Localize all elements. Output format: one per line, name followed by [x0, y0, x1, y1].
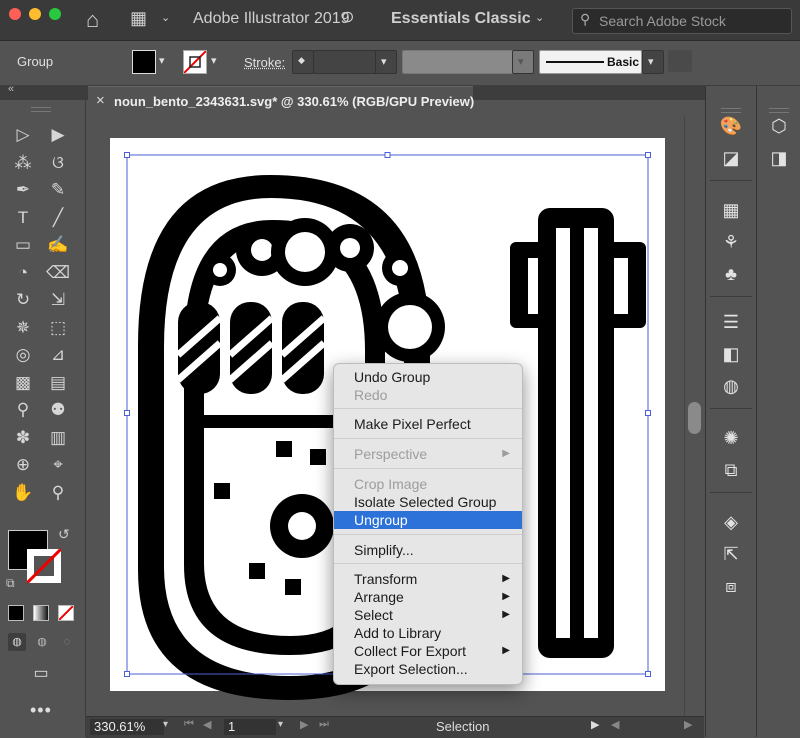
previous-artboard-icon[interactable]: ◀ — [203, 718, 211, 731]
libraries-panel-icon[interactable]: ◨ — [764, 144, 794, 172]
vertical-scrollbar[interactable] — [684, 116, 705, 716]
swatches-panel-icon[interactable]: ▦ — [716, 196, 746, 224]
artboard-number-field[interactable]: 1 — [224, 719, 276, 735]
artboard-dropdown-icon[interactable]: ▾ — [278, 719, 283, 730]
menu-separator — [334, 438, 522, 439]
brushes-panel-icon[interactable]: ⚘ — [716, 228, 746, 256]
current-tool-label: Selection — [436, 719, 490, 734]
menu-item-add-to-library[interactable]: Add to Library — [334, 624, 522, 642]
menu-separator — [334, 468, 522, 469]
scroll-thumb[interactable] — [688, 402, 701, 434]
stroke-panel-icon[interactable]: ☰ — [716, 308, 746, 336]
menu-separator — [334, 408, 522, 409]
menu-item-arrange[interactable]: Arrange ▶ — [334, 588, 522, 606]
menu-item-undo-group[interactable]: Undo Group — [334, 368, 522, 386]
menu-item-collect-for-export[interactable]: Collect For Export ▶ — [334, 642, 522, 660]
chopsticks-shape — [510, 208, 646, 658]
menu-separator — [334, 563, 522, 564]
status-menu-icon[interactable]: ▶ — [591, 718, 599, 731]
menu-item-make-pixel-perfect[interactable]: Make Pixel Perfect — [334, 415, 522, 433]
layers-panel-icon[interactable]: ◈ — [716, 508, 746, 536]
zoom-level-field[interactable]: 330.61% — [90, 719, 164, 735]
gradient-panel-icon[interactable]: ◧ — [716, 340, 746, 368]
transparency-panel-icon[interactable]: ◍ — [716, 372, 746, 400]
context-menu: Undo Group Redo Make Pixel Perfect Perspect… — [333, 363, 523, 685]
artboards-panel-icon[interactable]: ⧈ — [716, 572, 746, 600]
graphic-styles-panel-icon[interactable]: ⧉ — [716, 456, 746, 484]
menu-item-crop-image: Crop Image — [354, 476, 428, 492]
submenu-arrow-icon: ▶ — [502, 573, 510, 584]
menu-item-ungroup[interactable]: Ungroup — [334, 511, 522, 529]
menu-separator — [334, 534, 522, 535]
menu-item-export-selection[interactable]: Export Selection... — [334, 660, 522, 678]
menu-item-redo: Redo — [354, 387, 388, 403]
appearance-panel-icon[interactable]: ✺ — [716, 424, 746, 452]
scroll-right-icon[interactable]: ▶ — [684, 718, 692, 731]
last-artboard-icon[interactable]: ⏭ — [319, 718, 329, 731]
first-artboard-icon[interactable]: ⏮ — [184, 718, 194, 731]
submenu-arrow-icon: ▶ — [502, 591, 510, 602]
3d-panel-icon[interactable]: ⬡ — [764, 112, 794, 140]
symbols-panel-icon[interactable]: ♣ — [716, 260, 746, 288]
submenu-arrow-icon: ▶ — [502, 448, 510, 459]
menu-item-simplify[interactable]: Simplify... — [334, 541, 522, 559]
color-guide-icon[interactable]: ◪ — [716, 144, 746, 172]
menu-item-select[interactable]: Select ▶ — [334, 606, 522, 624]
next-artboard-icon[interactable]: ▶ — [300, 718, 308, 731]
panel-dock-secondary: ⬡ ◨ — [756, 86, 800, 737]
panel-dock: 🎨 ◪ ▦ ⚘ ♣ ☰ ◧ ◍ ✺ ⧉ ◈ ⇱ ⧈ — [705, 86, 756, 737]
asset-export-panel-icon[interactable]: ⇱ — [716, 540, 746, 568]
menu-item-transform[interactable]: Transform ▶ — [334, 570, 522, 588]
status-bar: 330.61% ▾ ⏮ ◀ 1 ▾ ▶ ⏭ Selection ▶ ◀ ▶ — [86, 716, 704, 738]
submenu-arrow-icon: ▶ — [502, 609, 510, 620]
submenu-arrow-icon: ▶ — [502, 645, 510, 656]
scroll-left-icon[interactable]: ◀ — [611, 718, 619, 731]
color-panel-icon[interactable]: 🎨 — [716, 112, 746, 140]
menu-item-perspective: Perspective ▶ — [354, 446, 510, 462]
menu-item-isolate-selected-group[interactable]: Isolate Selected Group — [334, 493, 522, 511]
zoom-dropdown-icon[interactable]: ▾ — [163, 719, 168, 730]
